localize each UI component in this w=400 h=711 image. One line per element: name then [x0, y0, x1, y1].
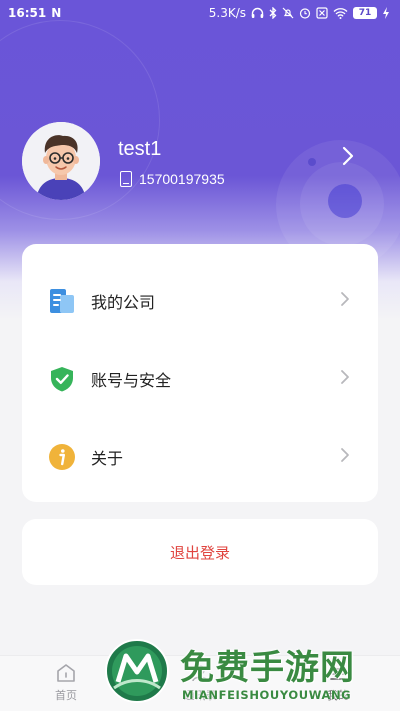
tab-label: 首页: [55, 689, 77, 702]
bluetooth-icon: [269, 7, 277, 19]
network-speed: 5.3K/s: [208, 6, 246, 20]
watermark-title: 免费手游网: [180, 648, 355, 688]
menu-item-label: 账号与安全: [91, 371, 172, 390]
info-icon: [49, 444, 75, 470]
phone-icon: [120, 171, 132, 187]
phone-row: 15700197935: [120, 171, 225, 187]
watermark-overlay: 免费手游网 MIANFEISHOUYOUWANG: [104, 636, 396, 708]
chevron-right-icon: [340, 291, 350, 312]
wifi-icon: [333, 8, 348, 19]
home-icon: [57, 664, 75, 682]
headphones-icon: [251, 7, 264, 18]
mute-icon: [282, 7, 294, 19]
tab-home[interactable]: 首页: [26, 662, 106, 703]
menu-item-about[interactable]: 关于: [22, 418, 378, 496]
avatar[interactable]: [22, 122, 100, 200]
menu-item-label: 我的公司: [91, 293, 156, 312]
watermark-subtitle: MIANFEISHOUYOUWANG: [182, 688, 352, 702]
alarm-icon: [299, 8, 311, 19]
watermark-logo: [105, 639, 169, 703]
chevron-right-icon: [340, 369, 350, 390]
company-document-icon: [50, 289, 74, 313]
menu-item-label: 关于: [91, 449, 124, 468]
sim-off-icon: [316, 7, 328, 19]
shield-check-icon: [51, 367, 73, 392]
status-bar: 16:51 N 5.3K/s 71: [0, 0, 400, 26]
settings-menu-card: 我的公司 账号与安全 关于: [22, 244, 378, 502]
battery-icon: 71: [353, 7, 377, 19]
charging-icon: [383, 7, 389, 19]
chevron-right-icon[interactable]: [338, 146, 358, 172]
avatar-cartoon-image: [22, 122, 100, 200]
status-time: 16:51: [8, 6, 47, 20]
menu-item-account-security[interactable]: 账号与安全: [22, 340, 378, 418]
profile-section[interactable]: test1 15700197935: [22, 122, 382, 202]
app-notification-icon: N: [51, 6, 62, 20]
phone-number: 15700197935: [139, 171, 225, 187]
menu-item-my-company[interactable]: 我的公司: [22, 262, 378, 340]
username: test1: [118, 138, 162, 160]
logout-label: 退出登录: [169, 543, 230, 562]
logout-button[interactable]: 退出登录: [22, 519, 378, 585]
chevron-right-icon: [340, 447, 350, 468]
